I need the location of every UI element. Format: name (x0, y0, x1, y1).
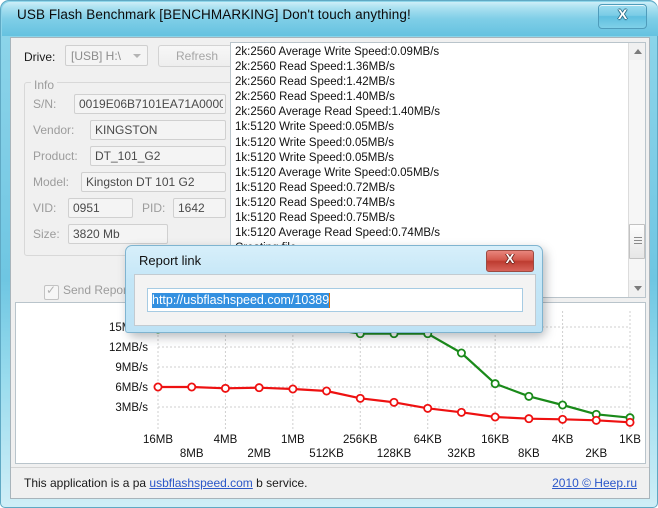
usbflashspeed-link[interactable]: usbflashspeed.com (149, 476, 252, 490)
status-bar: This application is a pa usbflashspeed.c… (11, 467, 649, 498)
svg-text:1KB: 1KB (619, 434, 641, 446)
svg-text:9MB/s: 9MB/s (115, 362, 148, 374)
product-field[interactable]: DT_101_G2 (90, 146, 226, 166)
drive-select-value: [USB] H:\ (71, 49, 121, 63)
svg-text:16KB: 16KB (481, 434, 509, 446)
svg-text:6MB/s: 6MB/s (115, 382, 148, 394)
status-text-after: b service. (253, 476, 308, 490)
text-caret (329, 293, 330, 308)
svg-text:512KB: 512KB (309, 448, 344, 460)
refresh-button-label: Refresh (159, 49, 235, 63)
vendor-value: KINGSTON (95, 123, 223, 137)
vendor-field[interactable]: KINGSTON (90, 120, 226, 140)
report-link-dialog: Report link X http://usbflashspeed.com/1… (125, 245, 543, 333)
window-close-button[interactable]: X (598, 4, 647, 29)
vendor-label: Vendor: (33, 123, 74, 137)
send-report-checkbox[interactable]: ✓ (44, 285, 59, 300)
model-field[interactable]: Kingston DT 101 G2 (81, 172, 226, 192)
close-icon: X (487, 251, 533, 266)
sn-value: 0019E06B7101EA71A000011E (79, 97, 223, 111)
vid-value: 0951 (73, 201, 130, 215)
pid-field[interactable]: 1642 (173, 198, 226, 218)
triangle-up-icon (634, 49, 642, 54)
status-text: This application is a pa usbflashspeed.c… (24, 476, 308, 490)
application-window: USB Flash Benchmark [BENCHMARKING] Don't… (0, 0, 658, 508)
triangle-down-icon (634, 286, 642, 291)
refresh-button[interactable]: Refresh (158, 45, 236, 67)
svg-text:32KB: 32KB (447, 448, 475, 460)
svg-text:16MB: 16MB (143, 434, 173, 446)
drive-label: Drive: (24, 50, 55, 64)
size-field[interactable]: 3820 Mb (68, 224, 168, 244)
benchmark-log-text: 2k:2560 Average Write Speed:0.09MB/s 2k:… (235, 45, 617, 271)
report-link-input[interactable]: http://usbflashspeed.com/10389 (147, 288, 523, 312)
svg-text:256KB: 256KB (343, 434, 378, 446)
close-icon: X (599, 6, 646, 22)
scrollbar-thumb[interactable] (629, 224, 645, 259)
model-value: Kingston DT 101 G2 (86, 175, 223, 189)
svg-text:8MB: 8MB (180, 448, 204, 460)
log-scrollbar[interactable] (628, 43, 645, 297)
svg-text:1MB: 1MB (281, 434, 305, 446)
svg-text:2MB: 2MB (247, 448, 271, 460)
svg-text:3MB/s: 3MB/s (115, 402, 148, 414)
svg-text:4KB: 4KB (552, 434, 574, 446)
vid-field[interactable]: 0951 (68, 198, 133, 218)
scroll-up-button[interactable] (629, 43, 645, 60)
pid-value: 1642 (178, 201, 223, 215)
info-groupbox-legend: Info (31, 78, 57, 92)
report-link-value: http://usbflashspeed.com/10389 (152, 293, 329, 308)
scroll-down-button[interactable] (629, 280, 645, 297)
size-label: Size: (33, 227, 60, 241)
product-value: DT_101_G2 (95, 149, 223, 163)
svg-text:12MB/s: 12MB/s (109, 342, 148, 354)
svg-text:8KB: 8KB (518, 448, 540, 460)
svg-text:64KB: 64KB (414, 434, 442, 446)
pid-label: PID: (142, 201, 165, 215)
chevron-down-icon (133, 54, 141, 58)
grip-icon (634, 237, 642, 238)
heep-link[interactable]: 2010 © Heep.ru (552, 476, 637, 490)
svg-text:128KB: 128KB (377, 448, 412, 460)
model-label: Model: (33, 175, 69, 189)
status-text-before: This application is a pa (24, 476, 149, 490)
vid-label: VID: (33, 201, 56, 215)
dialog-body: http://usbflashspeed.com/10389 (134, 274, 536, 326)
svg-text:4MB: 4MB (214, 434, 238, 446)
svg-text:2KB: 2KB (585, 448, 607, 460)
copyright-text: 2010 © Heep.ru (552, 476, 637, 490)
client-area: Drive: [USB] H:\ Refresh Info S/N: 0019E… (10, 37, 650, 499)
sn-label: S/N: (33, 97, 56, 111)
dialog-title: Report link (139, 253, 201, 268)
size-value: 3820 Mb (73, 227, 165, 241)
sn-field[interactable]: 0019E06B7101EA71A000011E (74, 94, 226, 114)
checkmark-icon: ✓ (46, 283, 56, 297)
product-label: Product: (33, 149, 78, 163)
drive-select[interactable]: [USB] H:\ (65, 45, 148, 66)
window-title: USB Flash Benchmark [BENCHMARKING] Don't… (17, 7, 411, 22)
dialog-close-button[interactable]: X (486, 250, 534, 272)
send-report-label: Send Report (63, 283, 130, 297)
